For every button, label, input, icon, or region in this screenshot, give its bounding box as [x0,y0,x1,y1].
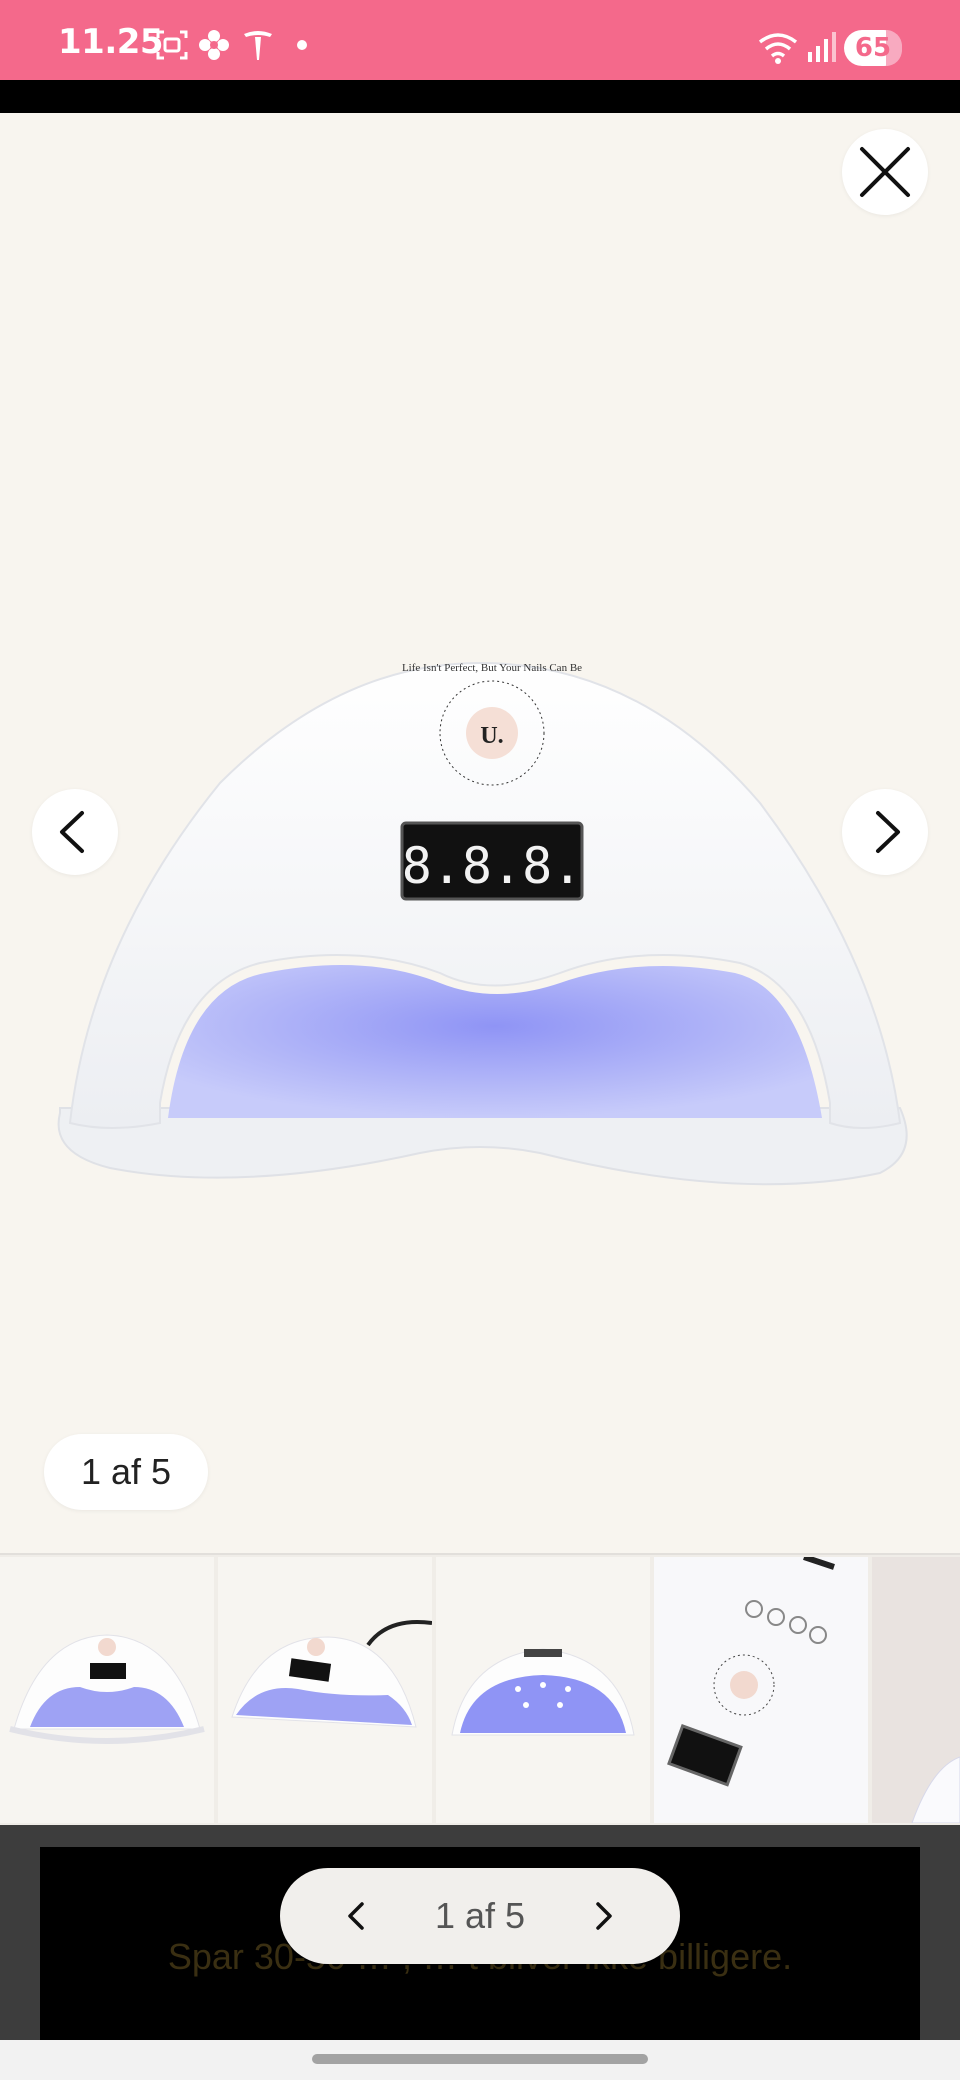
chevron-right-icon [876,811,900,853]
battery-level: 65 [854,33,892,63]
lamp-display: 8.8.8. [402,837,583,895]
top-divider [0,80,960,113]
status-time: 11.25 [58,22,164,62]
close-button[interactable] [842,129,928,215]
previous-image-button[interactable] [32,789,118,875]
wifi-icon [758,33,798,64]
battery-icon: 65 [844,30,902,66]
tesla-icon [244,31,272,60]
chevron-left-icon [60,811,84,853]
system-nav-bar [0,2040,960,2080]
status-bar: 11.25 65 [0,0,960,80]
product-image: 8.8.8. U. Life Isn't Perfect, But Your N… [57,661,908,1186]
home-indicator[interactable] [312,2054,648,2064]
screenshot-icon [156,30,188,60]
dot-icon [297,40,307,50]
thumbnail-strip[interactable] [0,1553,960,1825]
thumbnail-4[interactable] [654,1557,868,1823]
lamp-logo: U. [480,723,503,749]
image-pager: 1 af 5 [280,1868,680,1964]
flower-icon [199,30,229,60]
pager-next-button[interactable] [584,1896,624,1936]
image-viewer[interactable]: 8.8.8. U. Life Isn't Perfect, But Your N… [0,113,960,1553]
signal-icon [808,32,836,62]
close-icon [860,147,910,197]
image-counter: 1 af 5 [44,1434,208,1510]
thumbnail-3[interactable] [436,1557,650,1823]
thumbnail-2[interactable] [218,1557,432,1823]
next-image-button[interactable] [842,789,928,875]
pager-prev-button[interactable] [336,1896,376,1936]
thumbnail-1[interactable] [0,1557,214,1823]
thumbnail-5[interactable] [872,1557,960,1823]
lamp-ring-text: Life Isn't Perfect, But Your Nails Can B… [402,662,582,674]
